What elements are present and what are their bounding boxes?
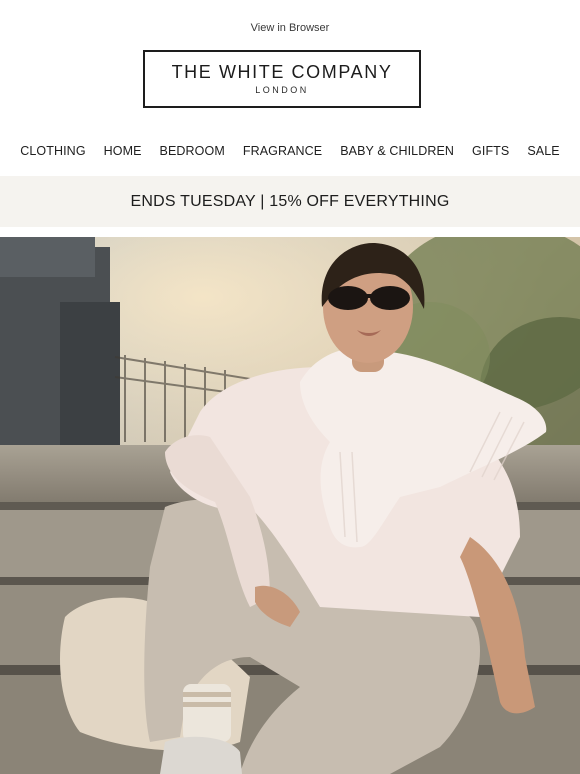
logo-subtitle: LONDON <box>255 85 309 95</box>
logo-wordmark: THE WHITE COMPANY <box>171 62 393 82</box>
main-navigation: CLOTHING HOME BEDROOM FRAGRANCE BABY & C… <box>0 144 580 158</box>
nav-home[interactable]: HOME <box>104 144 142 158</box>
nav-clothing[interactable]: CLOTHING <box>20 144 85 158</box>
nav-bedroom[interactable]: BEDROOM <box>160 144 225 158</box>
nav-sale[interactable]: SALE <box>527 144 559 158</box>
promo-text: ENDS TUESDAY | 15% OFF EVERYTHING <box>130 192 450 210</box>
nav-gifts[interactable]: GIFTS <box>472 144 509 158</box>
view-in-browser-link[interactable]: View in Browser <box>251 22 330 34</box>
nav-baby-children[interactable]: BABY & CHILDREN <box>340 144 454 158</box>
promo-banner[interactable]: ENDS TUESDAY | 15% OFF EVERYTHING <box>0 176 580 227</box>
brand-logo[interactable]: THE WHITE COMPANY LONDON <box>143 50 421 108</box>
nav-fragrance[interactable]: FRAGRANCE <box>243 144 322 158</box>
hero-image[interactable] <box>0 237 580 774</box>
hero-illustration <box>0 237 580 774</box>
